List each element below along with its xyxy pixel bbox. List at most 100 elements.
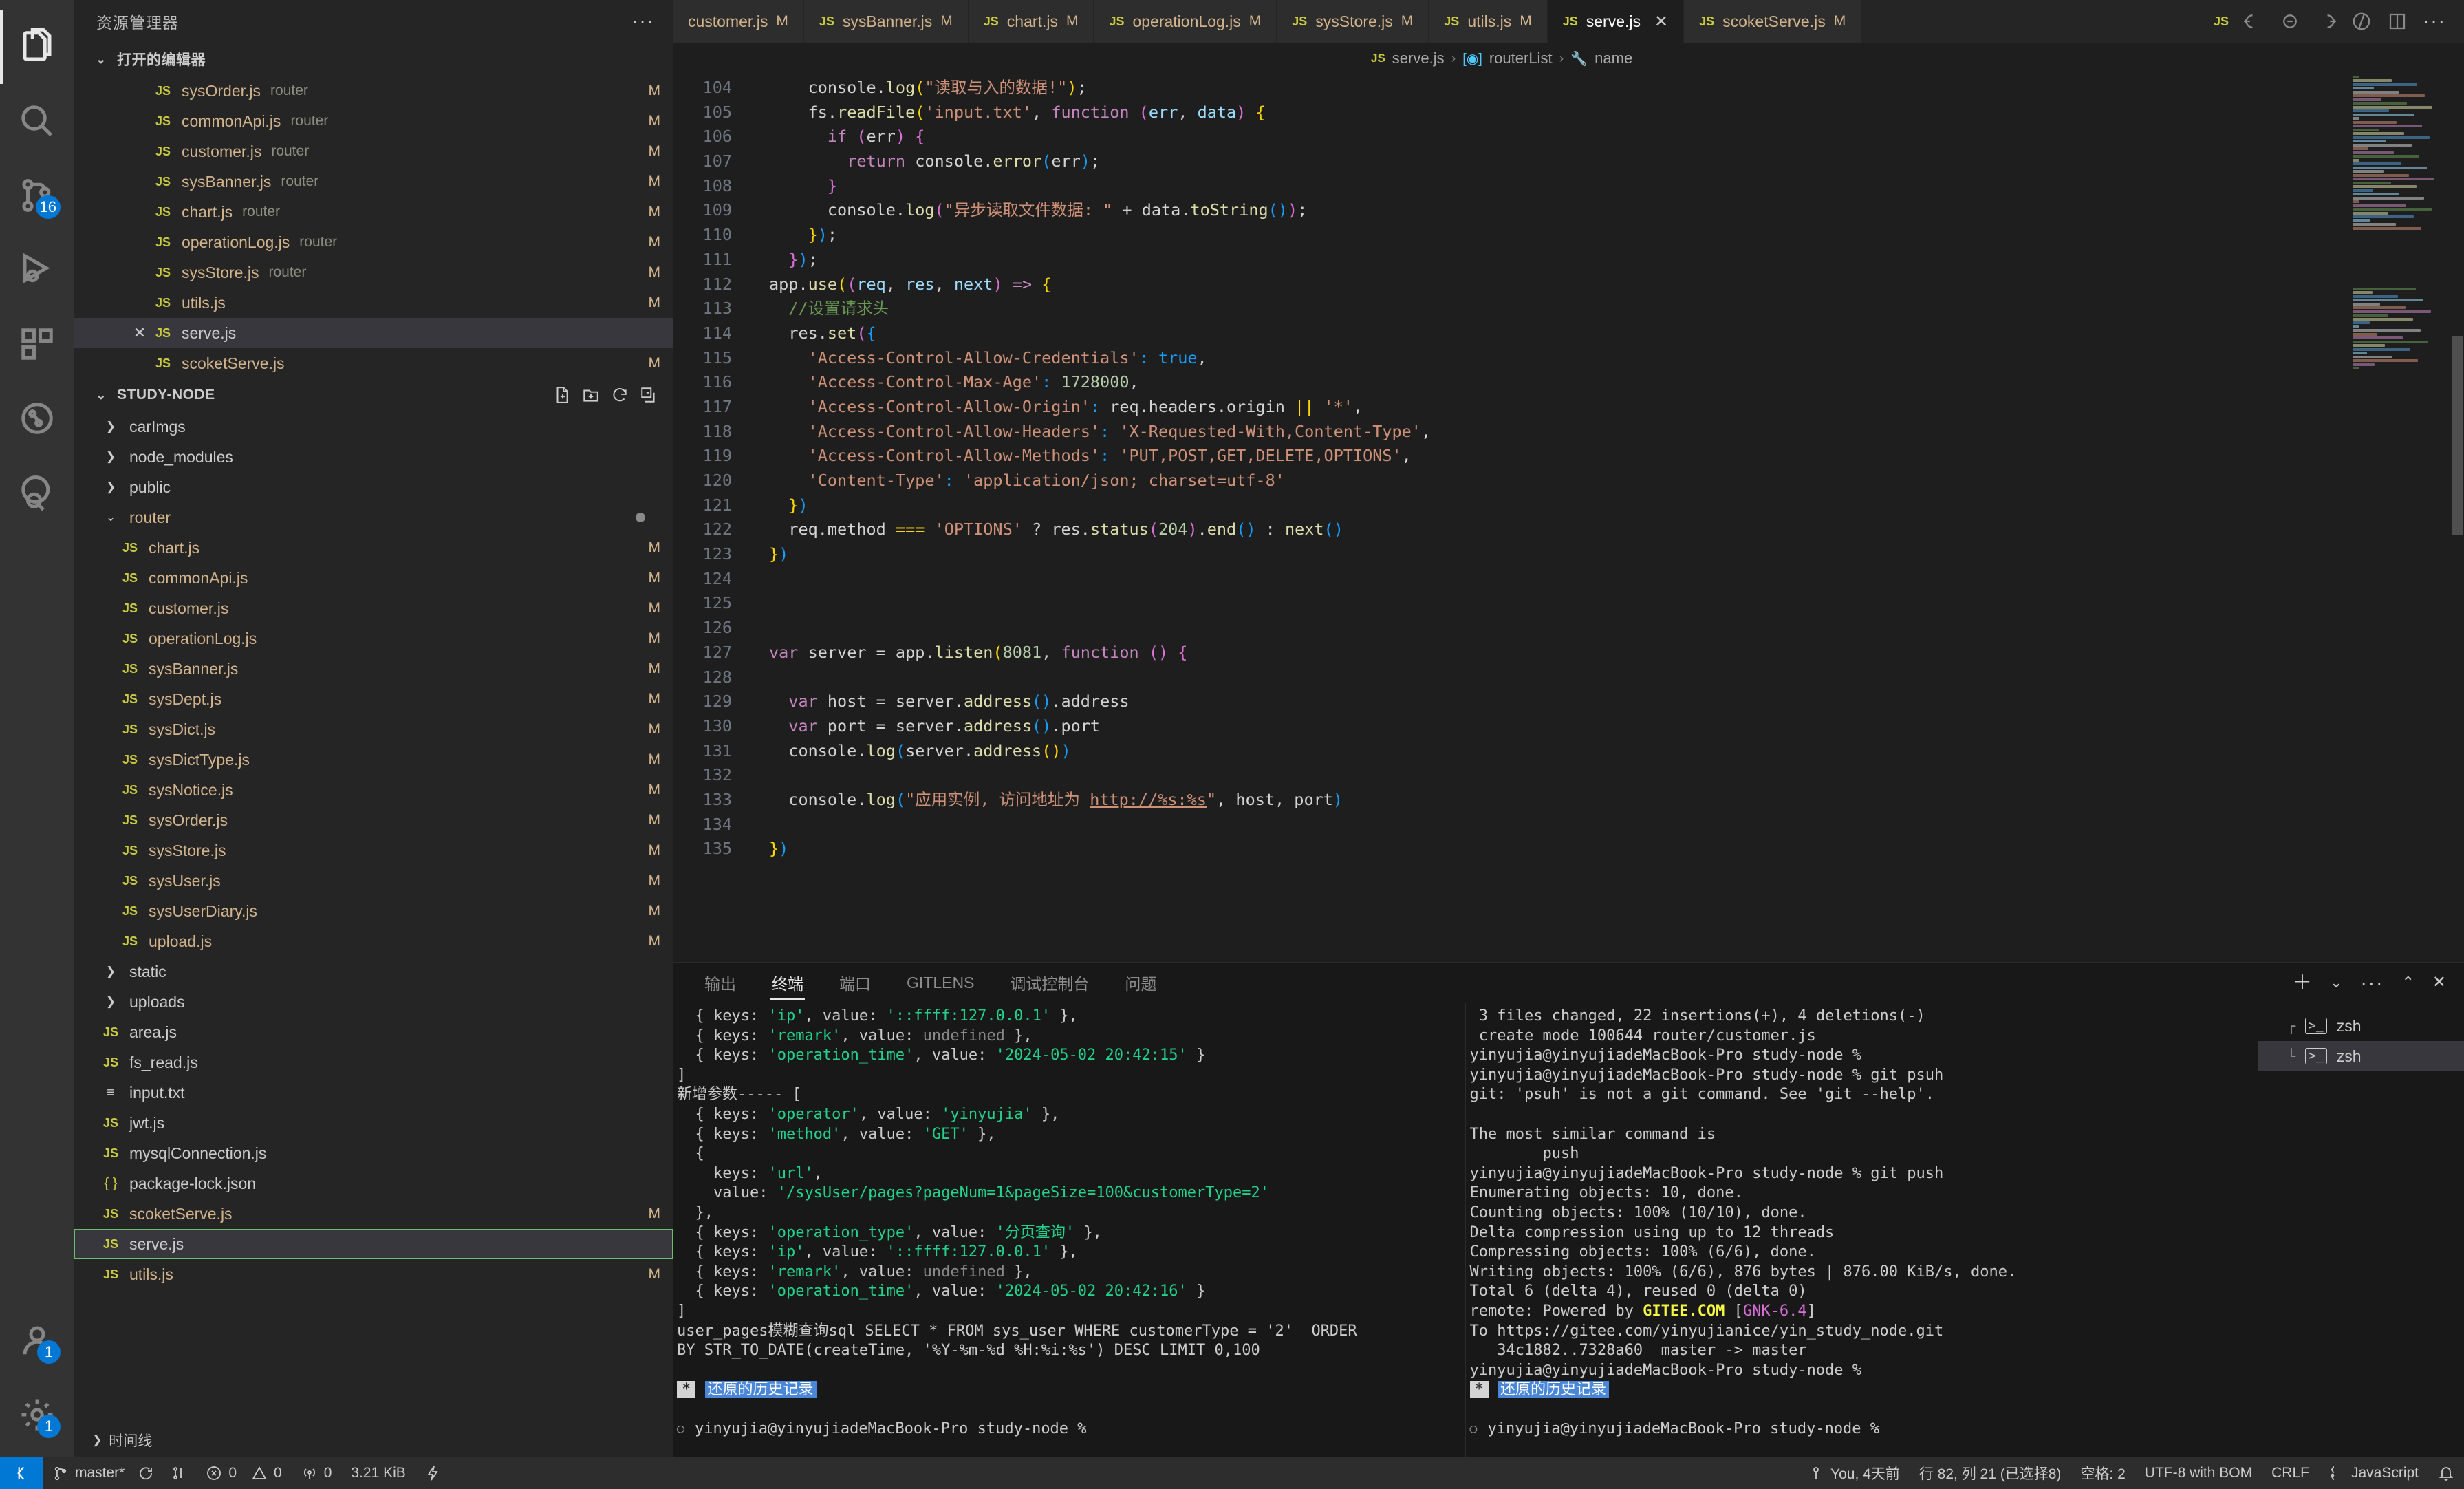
open-editor-item[interactable]: ✕ JS serve.js bbox=[74, 318, 673, 348]
status-notifications[interactable] bbox=[2428, 1457, 2464, 1489]
tree-file-item[interactable]: JS sysUserDiary.js M bbox=[74, 896, 673, 926]
editor-tab[interactable]: JS serve.js ✕ bbox=[1547, 0, 1685, 43]
close-icon[interactable]: ✕ bbox=[128, 324, 151, 342]
status-cursor-position[interactable]: 行 82, 列 21 (已选择8) bbox=[1910, 1457, 2071, 1489]
status-branch[interactable]: master* bbox=[43, 1457, 196, 1489]
status-problems[interactable]: 0 0 bbox=[196, 1457, 291, 1489]
open-editor-item[interactable]: JS utils.js M bbox=[74, 288, 673, 318]
panel-tab[interactable]: GITLENS bbox=[889, 963, 992, 1003]
tree-file-item[interactable]: JS upload.js M bbox=[74, 926, 673, 956]
activity-item-testing[interactable] bbox=[0, 381, 74, 456]
tree-file-item[interactable]: JS area.js bbox=[74, 1017, 673, 1047]
tree-file-item[interactable]: JS sysBanner.js M bbox=[74, 654, 673, 684]
terminal-list-item[interactable]: ┌ >_ zsh bbox=[2258, 1011, 2464, 1041]
status-file-size[interactable]: 3.21 KiB bbox=[341, 1457, 415, 1489]
refresh-icon[interactable] bbox=[611, 386, 629, 404]
tree-folder-item[interactable]: ⌄ router bbox=[74, 502, 673, 533]
sync-icon[interactable] bbox=[138, 1465, 154, 1481]
open-editor-item[interactable]: JS chart.js router M bbox=[74, 197, 673, 227]
tree-file-item[interactable]: JS serve.js bbox=[74, 1229, 673, 1259]
activity-item-source-control[interactable]: 16 bbox=[0, 158, 74, 233]
status-encoding[interactable]: UTF-8 with BOM bbox=[2135, 1457, 2262, 1489]
tree-file-item[interactable]: JS mysqlConnection.js bbox=[74, 1138, 673, 1168]
timeline-section-header[interactable]: ❯ 时间线 bbox=[74, 1422, 673, 1457]
activity-item-accounts[interactable]: 1 bbox=[0, 1303, 74, 1378]
editor-vertical-scrollbar[interactable] bbox=[2450, 74, 2464, 962]
terminal-pane-right[interactable]: 3 files changed, 22 insertions(+), 4 del… bbox=[1465, 1003, 2258, 1457]
collapse-all-icon[interactable] bbox=[640, 386, 658, 404]
activity-item-gitlens[interactable] bbox=[0, 456, 74, 530]
open-editor-item[interactable]: JS sysOrder.js router M bbox=[74, 76, 673, 106]
open-editor-item[interactable]: JS sysBanner.js router M bbox=[74, 167, 673, 197]
tree-file-item[interactable]: JS fs_read.js bbox=[74, 1047, 673, 1078]
panel-tab[interactable]: 问题 bbox=[1107, 963, 1174, 1003]
open-editor-item[interactable]: JS customer.js router M bbox=[74, 136, 673, 167]
more-icon[interactable]: ··· bbox=[2360, 973, 2384, 992]
chevron-down-icon[interactable]: ⌄ bbox=[2330, 975, 2342, 990]
status-indentation[interactable]: 空格: 2 bbox=[2071, 1457, 2135, 1489]
tree-folder-item[interactable]: ❯ uploads bbox=[74, 987, 673, 1017]
editor-tab[interactable]: JS sysBanner.js M bbox=[803, 0, 969, 43]
close-icon[interactable]: ✕ bbox=[2432, 974, 2446, 991]
close-icon[interactable]: ✕ bbox=[1654, 12, 1668, 32]
activity-item-run-and-debug[interactable] bbox=[0, 233, 74, 307]
sidebar-more-icon[interactable]: ··· bbox=[631, 10, 655, 32]
code-editor[interactable]: 104 console.log("读取与入的数据!"); 105 fs.readF… bbox=[673, 74, 2464, 962]
tree-folder-item[interactable]: ❯ carImgs bbox=[74, 411, 673, 442]
panel-tab[interactable]: 终端 bbox=[754, 963, 821, 1003]
editor-tab[interactable]: customer.js M bbox=[673, 0, 804, 43]
tree-file-item[interactable]: JS commonApi.js M bbox=[74, 563, 673, 593]
open-editors-header[interactable]: ⌄ 打开的编辑器 bbox=[74, 43, 673, 76]
chevron-up-icon[interactable]: ⌃ bbox=[2401, 975, 2414, 990]
tree-file-item[interactable]: JS sysUser.js M bbox=[74, 866, 673, 896]
code-scroll-region[interactable]: 104 console.log("读取与入的数据!"); 105 fs.readF… bbox=[673, 74, 2347, 962]
tree-file-item[interactable]: JS sysNotice.js M bbox=[74, 775, 673, 805]
activity-item-extensions[interactable] bbox=[0, 307, 74, 381]
editor-tab[interactable]: JS operationLog.js M bbox=[1094, 0, 1277, 43]
tree-file-item[interactable]: { } package-lock.json bbox=[74, 1168, 673, 1199]
new-file-icon[interactable] bbox=[553, 386, 571, 404]
split-right-icon[interactable] bbox=[2315, 11, 2337, 32]
terminal-pane-left[interactable]: { keys: 'ip', value: '::ffff:127.0.0.1' … bbox=[673, 1003, 1465, 1457]
breadcrumb-file[interactable]: serve.js bbox=[1392, 50, 1445, 67]
split-editor-icon[interactable] bbox=[2387, 11, 2408, 32]
tree-file-item[interactable]: JS chart.js M bbox=[74, 533, 673, 563]
tree-file-item[interactable]: JS sysDictType.js M bbox=[74, 744, 673, 775]
tree-file-item[interactable]: ≡ input.txt bbox=[74, 1078, 673, 1108]
terminal-list-item[interactable]: └ >_ zsh bbox=[2258, 1041, 2464, 1071]
editor-tab[interactable]: JS utils.js M bbox=[1429, 0, 1548, 43]
breadcrumb-symbol-1[interactable]: routerList bbox=[1489, 50, 1553, 67]
tree-file-item[interactable]: JS sysOrder.js M bbox=[74, 805, 673, 835]
tree-file-item[interactable]: JS jwt.js bbox=[74, 1108, 673, 1138]
panel-tab[interactable]: 端口 bbox=[821, 963, 889, 1003]
panel-tab[interactable]: 调试控制台 bbox=[992, 963, 1107, 1003]
tree-folder-item[interactable]: ❯ public bbox=[74, 472, 673, 502]
tree-file-item[interactable]: JS scoketServe.js M bbox=[74, 1199, 673, 1229]
activity-item-explorer[interactable] bbox=[0, 10, 74, 84]
tree-file-item[interactable]: JS sysDict.js M bbox=[74, 714, 673, 744]
open-editor-item[interactable]: JS sysStore.js router M bbox=[74, 257, 673, 288]
split-center-icon[interactable] bbox=[2280, 11, 2300, 32]
editor-more-icon[interactable]: ··· bbox=[2423, 10, 2446, 32]
tree-file-item[interactable]: JS sysDept.js M bbox=[74, 684, 673, 714]
activity-item-search[interactable] bbox=[0, 84, 74, 158]
activity-item-manage[interactable]: 1 bbox=[0, 1378, 74, 1452]
tree-file-item[interactable]: JS sysStore.js M bbox=[74, 835, 673, 866]
open-editor-item[interactable]: JS commonApi.js router M bbox=[74, 106, 673, 136]
add-terminal-icon[interactable]: ＋ bbox=[2293, 973, 2312, 992]
remote-indicator[interactable] bbox=[0, 1457, 43, 1489]
branch-compare-icon[interactable] bbox=[170, 1465, 186, 1481]
panel-tab[interactable]: 输出 bbox=[687, 963, 754, 1003]
status-lightning[interactable] bbox=[415, 1457, 451, 1489]
open-editor-item[interactable]: JS operationLog.js router M bbox=[74, 227, 673, 257]
editor-tab[interactable]: JS sysStore.js M bbox=[1277, 0, 1429, 43]
tree-file-item[interactable]: JS operationLog.js M bbox=[74, 623, 673, 654]
minimap[interactable] bbox=[2347, 74, 2450, 962]
editor-tab[interactable]: JS scoketServe.js M bbox=[1684, 0, 1862, 43]
tree-file-item[interactable]: JS customer.js M bbox=[74, 593, 673, 623]
tree-folder-item[interactable]: ❯ node_modules bbox=[74, 442, 673, 472]
editor-tab[interactable]: JS chart.js M bbox=[968, 0, 1094, 43]
open-editor-item[interactable]: JS scoketServe.js M bbox=[74, 348, 673, 378]
status-git-blame[interactable]: You, 4天前 bbox=[1798, 1457, 1910, 1489]
new-folder-icon[interactable] bbox=[582, 386, 600, 404]
